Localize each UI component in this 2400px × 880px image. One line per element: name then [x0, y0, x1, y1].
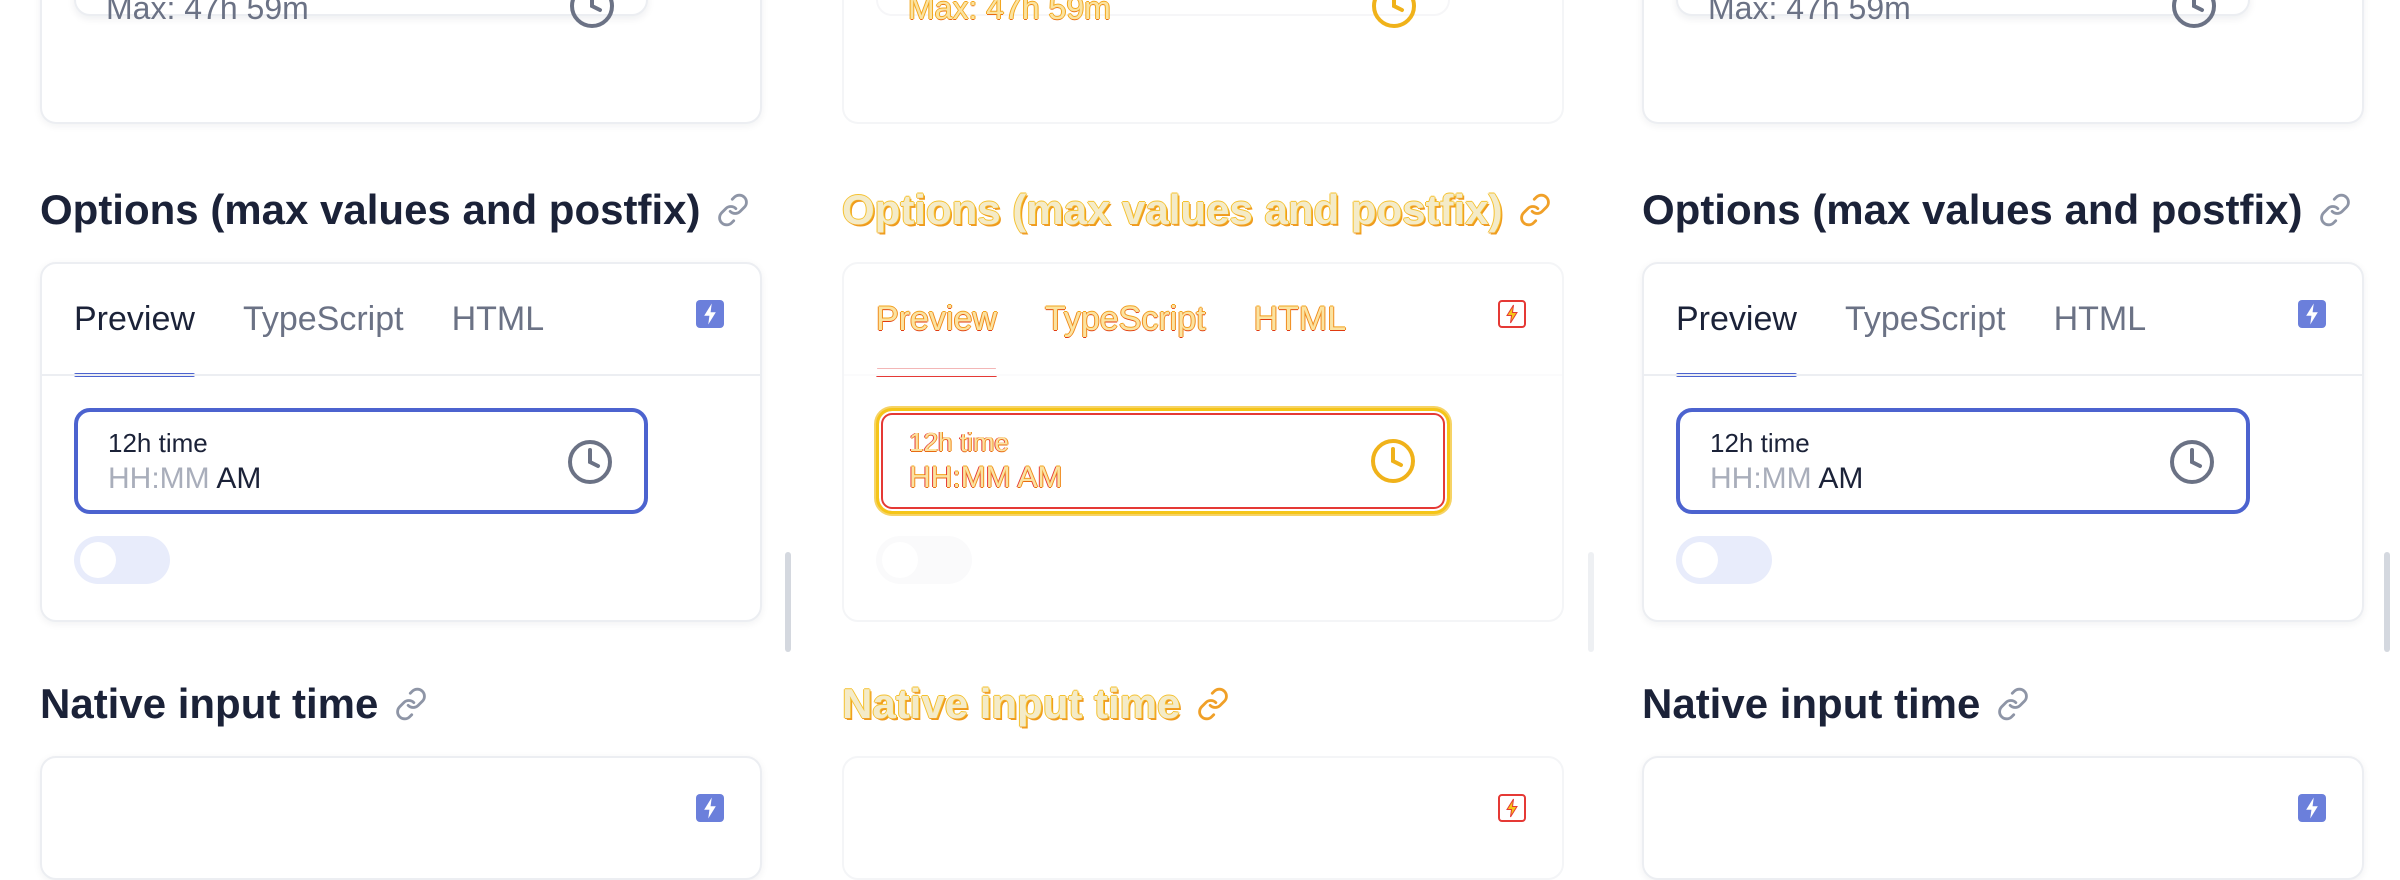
bolt-icon[interactable]: [696, 794, 724, 822]
time-field-12h[interactable]: 12h time HH:MM AM: [74, 408, 648, 514]
section-title-text: Native input time: [1642, 680, 1981, 727]
demo-card-previous: Max: 47h 59m: [842, 0, 1564, 124]
link-icon[interactable]: [716, 193, 750, 227]
time-field-max-values[interactable]: Max: 47h 59m: [876, 0, 1450, 28]
clock-icon[interactable]: [1369, 437, 1417, 485]
demo-tabs: Preview TypeScript HTML: [876, 300, 1346, 377]
demo-card-options: Preview TypeScript HTML 12h time HH:MM A…: [842, 262, 1564, 622]
section-title-text: Options (max values and postfix): [1642, 186, 2303, 233]
demo-tabs: Preview TypeScript HTML: [74, 300, 544, 377]
tab-typescript[interactable]: TypeScript: [1845, 300, 2006, 377]
preview-pane-left: Max: 47h 59m Options (max values and pos…: [40, 0, 800, 880]
demo-card-native-input-time: [842, 756, 1564, 880]
scrollbar-thumb-middle[interactable]: [1588, 552, 1594, 652]
mode-toggle[interactable]: [1676, 536, 1772, 584]
bolt-icon[interactable]: [696, 300, 724, 328]
section-title-options: Options (max values and postfix): [1642, 186, 2352, 234]
mode-toggle[interactable]: [876, 536, 972, 584]
tab-preview[interactable]: Preview: [876, 300, 997, 377]
section-title-text: Native input time: [40, 680, 379, 727]
section-title-options: Options (max values and postfix): [40, 186, 750, 234]
section-title-text: Options (max values and postfix): [40, 186, 701, 233]
section-title-text: Native input time: [842, 680, 1181, 727]
time-field-label: 12h time: [108, 428, 208, 458]
section-title-native-input-time: Native input time: [842, 680, 1230, 728]
clock-icon[interactable]: [568, 0, 616, 30]
tab-html[interactable]: HTML: [452, 300, 545, 377]
tab-preview[interactable]: Preview: [74, 300, 195, 377]
time-field-12h[interactable]: 12h time HH:MM AM: [876, 408, 1450, 514]
section-title-native-input-time: Native input time: [1642, 680, 2030, 728]
demo-card-native-input-time: [1642, 756, 2364, 880]
bolt-icon[interactable]: [2298, 300, 2326, 328]
toggle-knob: [80, 542, 116, 578]
link-icon[interactable]: [394, 687, 428, 721]
preview-pane-diff: Max: 47h 59m Options (max values and pos…: [842, 0, 1602, 880]
demo-card-options: Preview TypeScript HTML 12h time HH:MM A…: [1642, 262, 2364, 622]
tabs-divider: [42, 374, 760, 376]
time-field-value: Max: 47h 59m: [908, 0, 1111, 26]
time-field-input[interactable]: HH:MM AM: [1710, 462, 1863, 496]
time-field-label: 12h time: [1710, 428, 1810, 458]
time-field-12h[interactable]: 12h time HH:MM AM: [1676, 408, 2250, 514]
link-icon[interactable]: [1518, 193, 1552, 227]
time-field-value: Max: 47h 59m: [106, 0, 309, 26]
tab-preview[interactable]: Preview: [1676, 300, 1797, 377]
time-field-postfix: AM: [216, 462, 262, 495]
tab-typescript[interactable]: TypeScript: [1045, 300, 1206, 377]
time-field-max-values[interactable]: Max: 47h 59m: [1676, 0, 2250, 28]
tabs-divider: [1644, 374, 2362, 376]
link-icon[interactable]: [1996, 687, 2030, 721]
clock-icon[interactable]: [1370, 0, 1418, 30]
bolt-icon[interactable]: [1498, 794, 1526, 822]
mode-toggle[interactable]: [74, 536, 170, 584]
clock-icon[interactable]: [566, 438, 614, 486]
link-icon[interactable]: [1196, 687, 1230, 721]
time-field-input[interactable]: HH:MM AM: [108, 462, 261, 496]
scrollbar-thumb-left[interactable]: [785, 552, 791, 652]
tab-html[interactable]: HTML: [2054, 300, 2147, 377]
bolt-icon[interactable]: [2298, 794, 2326, 822]
time-field-placeholder: HH:MM: [909, 461, 1011, 494]
demo-card-previous: Max: 47h 59m: [40, 0, 762, 124]
clock-icon[interactable]: [2168, 438, 2216, 486]
preview-pane-right: Max: 47h 59m Options (max values and pos…: [1642, 0, 2400, 880]
time-field-placeholder: HH:MM: [108, 462, 210, 495]
toggle-knob: [1682, 542, 1718, 578]
tab-html[interactable]: HTML: [1254, 300, 1347, 377]
time-field-postfix: AM: [1818, 462, 1864, 495]
section-title-text: Options (max values and postfix): [842, 186, 1503, 233]
time-field-input[interactable]: HH:MM AM: [909, 461, 1062, 495]
time-field-max-values[interactable]: Max: 47h 59m: [74, 0, 648, 28]
section-title-native-input-time: Native input time: [40, 680, 428, 728]
demo-tabs: Preview TypeScript HTML: [1676, 300, 2146, 377]
link-icon[interactable]: [2318, 193, 2352, 227]
demo-card-previous: Max: 47h 59m: [1642, 0, 2364, 124]
time-field-label: 12h time: [909, 427, 1009, 457]
toggle-knob: [882, 542, 918, 578]
time-field-postfix: AM: [1017, 461, 1063, 494]
bolt-icon[interactable]: [1498, 300, 1526, 328]
time-field-placeholder: HH:MM: [1710, 462, 1812, 495]
tab-typescript[interactable]: TypeScript: [243, 300, 404, 377]
clock-icon[interactable]: [2170, 0, 2218, 30]
demo-card-native-input-time: [40, 756, 762, 880]
scrollbar-thumb-right[interactable]: [2384, 552, 2390, 652]
tabs-divider: [844, 374, 1562, 376]
time-field-value: Max: 47h 59m: [1708, 0, 1911, 26]
section-title-options: Options (max values and postfix): [842, 186, 1552, 234]
demo-card-options: Preview TypeScript HTML 12h time HH:MM A…: [40, 262, 762, 622]
